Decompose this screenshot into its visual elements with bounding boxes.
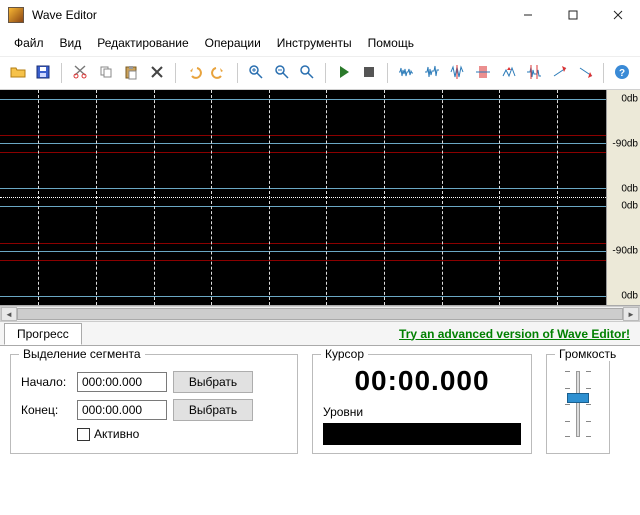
wave-tool-3[interactable]: [446, 61, 470, 85]
play-icon: [336, 64, 352, 83]
waveform-icon: [424, 64, 440, 83]
cut-icon: [72, 64, 88, 83]
active-checkbox[interactable]: [77, 428, 90, 441]
menu-file[interactable]: Файл: [6, 32, 52, 54]
wave-tool-1[interactable]: [394, 61, 418, 85]
zoom-fit-button[interactable]: [295, 61, 319, 85]
wave-tool-6[interactable]: [522, 61, 546, 85]
volume-slider[interactable]: [557, 365, 599, 443]
scroll-left-icon[interactable]: ◄: [1, 307, 17, 321]
app-icon: [8, 7, 24, 23]
toolbar: ?: [0, 56, 640, 90]
volume-group: Громкость: [546, 354, 610, 454]
wave-tool-2[interactable]: [420, 61, 444, 85]
menu-view[interactable]: Вид: [52, 32, 90, 54]
horizontal-scrollbar[interactable]: ◄ ►: [0, 306, 640, 322]
wave-tool-4[interactable]: [471, 61, 495, 85]
start-select-button[interactable]: Выбрать: [173, 371, 253, 393]
segment-group: Выделение сегмента Начало: Выбрать Конец…: [10, 354, 298, 454]
menu-bar: Файл Вид Редактирование Операции Инструм…: [0, 30, 640, 56]
undo-icon: [186, 64, 202, 83]
scroll-right-icon[interactable]: ►: [623, 307, 639, 321]
waveform-canvas[interactable]: 0db -90db 0db 0db -90db 0db: [0, 90, 640, 306]
open-button[interactable]: [6, 61, 30, 85]
window-title: Wave Editor: [32, 8, 505, 22]
svg-text:?: ?: [619, 68, 625, 79]
redo-icon: [211, 64, 227, 83]
zoom-out-button[interactable]: [270, 61, 294, 85]
help-icon: ?: [614, 64, 630, 83]
zoomin-icon: [248, 64, 264, 83]
cursor-title: Курсор: [321, 347, 368, 361]
waveform-icon: [398, 64, 414, 83]
menu-operations[interactable]: Операции: [197, 32, 269, 54]
delete-button[interactable]: [145, 61, 169, 85]
help-button[interactable]: ?: [610, 61, 634, 85]
volume-title: Громкость: [555, 347, 620, 361]
db-scale: 0db -90db 0db 0db -90db 0db: [606, 90, 640, 305]
active-label: Активно: [94, 427, 139, 441]
copy-button[interactable]: [94, 61, 118, 85]
end-select-button[interactable]: Выбрать: [173, 399, 253, 421]
amplify-up-icon: [501, 64, 517, 83]
wave-tool-5[interactable]: [497, 61, 521, 85]
stop-button[interactable]: [358, 61, 382, 85]
stop-icon: [361, 64, 377, 83]
paste-button[interactable]: [120, 61, 144, 85]
undo-button[interactable]: [182, 61, 206, 85]
promo-link[interactable]: Try an advanced version of Wave Editor!: [399, 327, 630, 341]
scrollbar-thumb[interactable]: [17, 308, 623, 320]
start-label: Начало:: [21, 375, 71, 389]
end-label: Конец:: [21, 403, 71, 417]
menu-help[interactable]: Помощь: [360, 32, 422, 54]
volume-thumb[interactable]: [567, 393, 589, 403]
zoomout-icon: [274, 64, 290, 83]
db-label-0: 0db: [621, 183, 638, 194]
wave-tool-8[interactable]: [574, 61, 598, 85]
fade-in-icon: [552, 64, 568, 83]
bottom-panel: Прогресс Try an advanced version of Wave…: [0, 322, 640, 464]
play-button[interactable]: [332, 61, 356, 85]
levels-label: Уровни: [323, 405, 521, 419]
minimize-button[interactable]: [505, 0, 550, 30]
maximize-button[interactable]: [550, 0, 595, 30]
tab-row: Прогресс Try an advanced version of Wave…: [0, 322, 640, 346]
db-label-0: 0db: [621, 201, 638, 212]
fade-out-icon: [578, 64, 594, 83]
zoom-in-button[interactable]: [244, 61, 268, 85]
save-icon: [35, 64, 51, 83]
delete-icon: [149, 64, 165, 83]
waveform-mark-icon: [526, 64, 542, 83]
menu-edit[interactable]: Редактирование: [89, 32, 196, 54]
db-label-0: 0db: [621, 93, 638, 104]
copy-icon: [98, 64, 114, 83]
open-icon: [10, 64, 26, 83]
zoomfit-icon: [299, 64, 315, 83]
cursor-group: Курсор 00:00.000 Уровни: [312, 354, 532, 454]
segment-title: Выделение сегмента: [19, 347, 145, 361]
cut-button[interactable]: [68, 61, 92, 85]
db-label-0: 0db: [621, 291, 638, 302]
save-button[interactable]: [32, 61, 56, 85]
db-label-neg90: -90db: [612, 138, 638, 149]
title-bar: Wave Editor: [0, 0, 640, 30]
cursor-time: 00:00.000: [323, 365, 521, 397]
waveform-select-icon: [475, 64, 491, 83]
close-button[interactable]: [595, 0, 640, 30]
waveform-area: 0db -90db 0db 0db -90db 0db ◄ ►: [0, 90, 640, 322]
tab-progress[interactable]: Прогресс: [4, 323, 82, 345]
wave-tool-7[interactable]: [548, 61, 572, 85]
end-input[interactable]: [77, 400, 167, 420]
start-input[interactable]: [77, 372, 167, 392]
levels-meter: [323, 423, 521, 445]
waveform-icon: [449, 64, 465, 83]
menu-tools[interactable]: Инструменты: [269, 32, 360, 54]
redo-button[interactable]: [207, 61, 231, 85]
paste-icon: [123, 64, 139, 83]
db-label-neg90: -90db: [612, 246, 638, 257]
